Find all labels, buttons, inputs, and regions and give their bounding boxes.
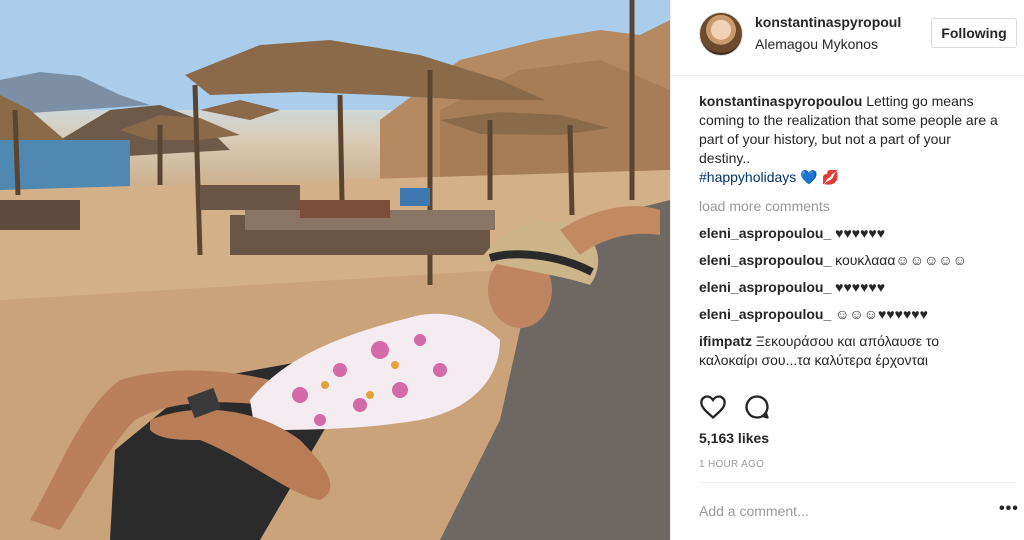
beach-photo-illustration <box>0 0 670 540</box>
avatar[interactable] <box>699 12 743 56</box>
post-timestamp: 1 HOUR AGO <box>699 459 765 470</box>
comment-icon[interactable] <box>743 393 771 421</box>
comments-section[interactable]: konstantinaspyropoulou Letting go means … <box>671 80 1024 378</box>
comment-text: ☺☺☺♥♥♥♥♥♥ <box>831 306 928 322</box>
caption-username[interactable]: konstantinaspyropoulou <box>699 93 862 109</box>
post-details-panel: konstantinaspyropoul Alemagou Mykonos Fo… <box>670 0 1024 540</box>
post-caption: konstantinaspyropoulou Letting go means … <box>699 92 999 187</box>
post-actions <box>699 393 771 423</box>
load-more-comments-link[interactable]: load more comments <box>699 196 999 216</box>
comment-username[interactable]: eleni_aspropoulou_ <box>699 252 831 268</box>
add-comment-input[interactable]: Add a comment... <box>699 503 809 519</box>
comment-username[interactable]: eleni_aspropoulou_ <box>699 225 831 241</box>
divider <box>699 482 1017 483</box>
comments-list: konstantinaspyropoulou Letting go means … <box>699 92 999 370</box>
post-location[interactable]: Alemagou Mykonos <box>755 36 878 52</box>
more-options-button[interactable]: ••• <box>999 500 1019 518</box>
comment-item: eleni_aspropoulou_ ☺☺☺♥♥♥♥♥♥ <box>699 305 999 324</box>
comment-text: κουκλααα☺☺☺☺☺ <box>831 252 967 268</box>
comment-item: eleni_aspropoulou_ ♥♥♥♥♥♥ <box>699 224 999 243</box>
comment-username[interactable]: eleni_aspropoulou_ <box>699 279 831 295</box>
comment-text: ♥♥♥♥♥♥ <box>831 279 886 295</box>
post-photo[interactable] <box>0 0 670 540</box>
post-author-username[interactable]: konstantinaspyropoul <box>755 14 901 30</box>
comment-text: ♥♥♥♥♥♥ <box>831 225 886 241</box>
comment-item: ifimpatz Ξεκουράσου και απόλαυσε το καλο… <box>699 332 999 370</box>
heart-icon[interactable] <box>699 393 727 421</box>
post-header: konstantinaspyropoul Alemagou Mykonos Fo… <box>671 0 1024 76</box>
comment-item: eleni_aspropoulou_ ♥♥♥♥♥♥ <box>699 278 999 297</box>
likes-count[interactable]: 5,163 likes <box>699 430 769 446</box>
comment-item: eleni_aspropoulou_ κουκλααα☺☺☺☺☺ <box>699 251 999 270</box>
following-button[interactable]: Following <box>931 18 1017 48</box>
comment-username[interactable]: ifimpatz <box>699 333 752 349</box>
comment-username[interactable]: eleni_aspropoulou_ <box>699 306 831 322</box>
caption-hashtags[interactable]: #happyholidays 💙 💋 <box>699 168 999 187</box>
